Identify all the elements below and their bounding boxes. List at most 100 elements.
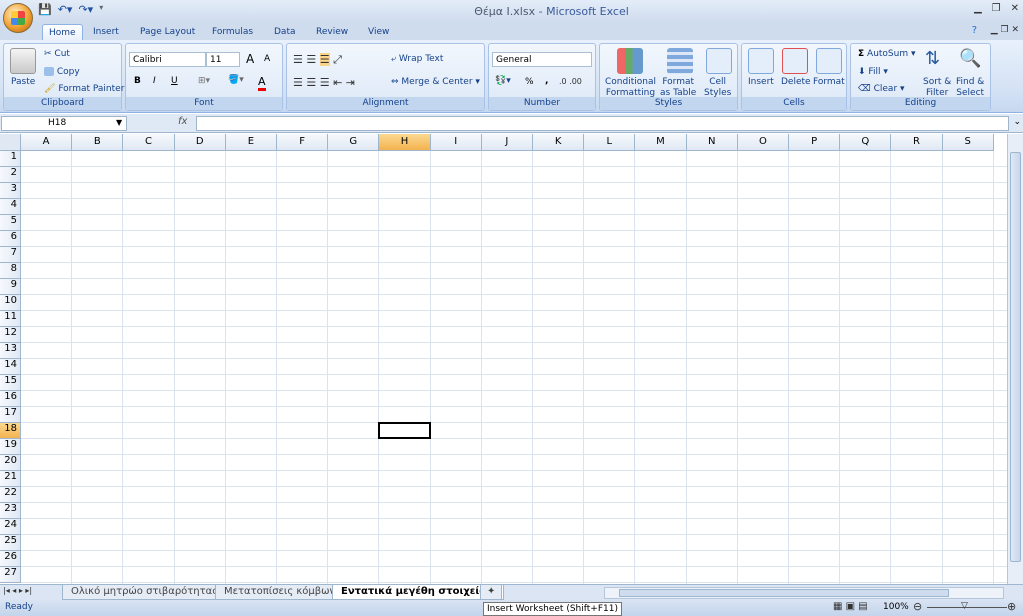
insert-function-button[interactable]: fx (178, 116, 187, 127)
row-header-22[interactable]: 22 (0, 487, 21, 503)
row-header-13[interactable]: 13 (0, 343, 21, 359)
row-header-19[interactable]: 19 (0, 439, 21, 455)
row-header-14[interactable]: 14 (0, 359, 21, 375)
tab-insert[interactable]: Insert (87, 24, 125, 41)
workbook-window-controls[interactable]: ▁ ❐ ✕ (991, 25, 1019, 35)
column-header-c[interactable]: C (123, 134, 175, 151)
row-header-10[interactable]: 10 (0, 295, 21, 311)
horizontal-scroll-thumb[interactable] (619, 589, 949, 597)
zoom-out-button[interactable]: ⊖ (913, 600, 922, 613)
tab-data[interactable]: Data (268, 24, 302, 41)
column-header-k[interactable]: K (533, 134, 585, 151)
column-header-a[interactable]: A (21, 134, 73, 151)
formula-input[interactable] (196, 116, 1009, 131)
accounting-format-button[interactable]: 💱▾ (495, 76, 511, 86)
underline-button[interactable]: U (171, 76, 178, 86)
row-header-26[interactable]: 26 (0, 551, 21, 567)
column-header-e[interactable]: E (225, 134, 277, 151)
tab-formulas[interactable]: Formulas (206, 24, 259, 41)
column-header-j[interactable]: J (481, 134, 533, 151)
row-header-8[interactable]: 8 (0, 263, 21, 279)
copy-button[interactable]: Copy (44, 67, 80, 77)
vertical-scroll-thumb[interactable] (1010, 152, 1021, 562)
name-box[interactable]: H18 (1, 116, 127, 131)
insert-worksheet-button[interactable]: ✦ (480, 585, 503, 600)
horizontal-align-buttons[interactable]: ☰ ☰ ☰ ⇤ ⇥ (293, 76, 355, 89)
borders-button[interactable]: ⊞▾ (198, 76, 210, 86)
row-header-9[interactable]: 9 (0, 279, 21, 295)
worksheet-grid[interactable]: A B C D E F G H I J K L M N O P Q R S 1 2 3 4 5 6 7 8 9 10 11 12 13 14 15… (0, 134, 1007, 584)
merge-center-button[interactable]: ⇔ Merge & Center ▾ (391, 77, 480, 87)
name-box-dropdown-icon[interactable]: ▼ (116, 118, 122, 127)
cut-button[interactable]: ✂ Cut (44, 49, 70, 59)
sort-filter-button[interactable]: Sort & Filter (923, 77, 951, 99)
row-header-4[interactable]: 4 (0, 199, 21, 215)
office-button[interactable] (3, 3, 33, 33)
row-header-7[interactable]: 7 (0, 247, 21, 263)
find-select-button[interactable]: Find & Select (956, 77, 984, 99)
row-header-1[interactable]: 1 (0, 151, 21, 167)
font-size-select[interactable]: 11 (206, 52, 240, 67)
grow-font-button[interactable]: A (246, 52, 254, 66)
row-header-20[interactable]: 20 (0, 455, 21, 471)
row-header-24[interactable]: 24 (0, 519, 21, 535)
format-painter-button[interactable]: 🖌 Format Painter (44, 84, 124, 94)
row-header-11[interactable]: 11 (0, 311, 21, 327)
row-header-27[interactable]: 27 (0, 567, 21, 583)
format-as-table-button[interactable]: Format as Table (660, 77, 696, 99)
vertical-scrollbar[interactable] (1007, 134, 1023, 584)
column-header-m[interactable]: M (635, 134, 687, 151)
row-header-17[interactable]: 17 (0, 407, 21, 423)
cell-styles-button[interactable]: Cell Styles (704, 77, 731, 99)
sheet-tab-1[interactable]: Ολικό μητρώο στιβαρότητας (62, 585, 228, 600)
column-header-h[interactable]: H (379, 134, 431, 151)
bold-button[interactable]: B (134, 76, 141, 86)
font-family-select[interactable]: Calibri (129, 52, 206, 67)
horizontal-scrollbar[interactable] (604, 587, 1004, 599)
sheet-navigation-buttons[interactable]: |◂ ◂ ▸ ▸| (3, 586, 32, 595)
column-header-f[interactable]: F (277, 134, 329, 151)
row-header-3[interactable]: 3 (0, 183, 21, 199)
clear-button[interactable]: ⌫ Clear ▾ (858, 84, 905, 94)
zoom-level[interactable]: 100% (883, 602, 909, 612)
comma-button[interactable]: , (545, 76, 548, 86)
percent-button[interactable]: % (525, 77, 534, 87)
column-header-o[interactable]: O (737, 134, 789, 151)
fill-button[interactable]: ⬇ Fill ▾ (858, 67, 888, 77)
minimize-button[interactable]: ▁ (974, 3, 982, 14)
help-icon[interactable]: ? (972, 25, 977, 36)
paste-button[interactable]: Paste (11, 77, 35, 87)
font-color-button[interactable]: A (258, 75, 266, 91)
shrink-font-button[interactable]: A (264, 54, 270, 64)
row-header-18[interactable]: 18 (0, 423, 21, 439)
insert-cells-button[interactable]: Insert (748, 77, 774, 87)
number-format-select[interactable]: General (492, 52, 592, 67)
row-header-16[interactable]: 16 (0, 391, 21, 407)
row-header-2[interactable]: 2 (0, 167, 21, 183)
column-header-l[interactable]: L (584, 134, 636, 151)
row-header-12[interactable]: 12 (0, 327, 21, 343)
column-header-g[interactable]: G (328, 134, 380, 151)
column-header-p[interactable]: P (789, 134, 841, 151)
row-header-15[interactable]: 15 (0, 375, 21, 391)
column-header-r[interactable]: R (891, 134, 943, 151)
row-header-25[interactable]: 25 (0, 535, 21, 551)
tab-view[interactable]: View (362, 24, 395, 41)
fill-color-button[interactable]: 🪣▾ (228, 75, 244, 85)
wrap-text-button[interactable]: ⤶ Wrap Text (391, 54, 443, 64)
active-cell[interactable] (378, 422, 431, 439)
row-header-23[interactable]: 23 (0, 503, 21, 519)
row-header-21[interactable]: 21 (0, 471, 21, 487)
tab-home[interactable]: Home (42, 24, 83, 41)
italic-button[interactable]: I (153, 76, 156, 86)
close-button[interactable]: ✕ (1011, 3, 1019, 14)
column-header-s[interactable]: S (942, 134, 994, 151)
format-cells-button[interactable]: Format (813, 77, 845, 87)
tab-review[interactable]: Review (310, 24, 354, 41)
row-header-6[interactable]: 6 (0, 231, 21, 247)
column-header-i[interactable]: I (430, 134, 482, 151)
restore-button[interactable]: ❐ (992, 3, 1001, 14)
column-header-n[interactable]: N (686, 134, 738, 151)
zoom-slider-thumb[interactable]: ▽ (961, 601, 968, 611)
sheet-tab-2[interactable]: Μετατοπίσεις κόμβων (215, 585, 345, 600)
